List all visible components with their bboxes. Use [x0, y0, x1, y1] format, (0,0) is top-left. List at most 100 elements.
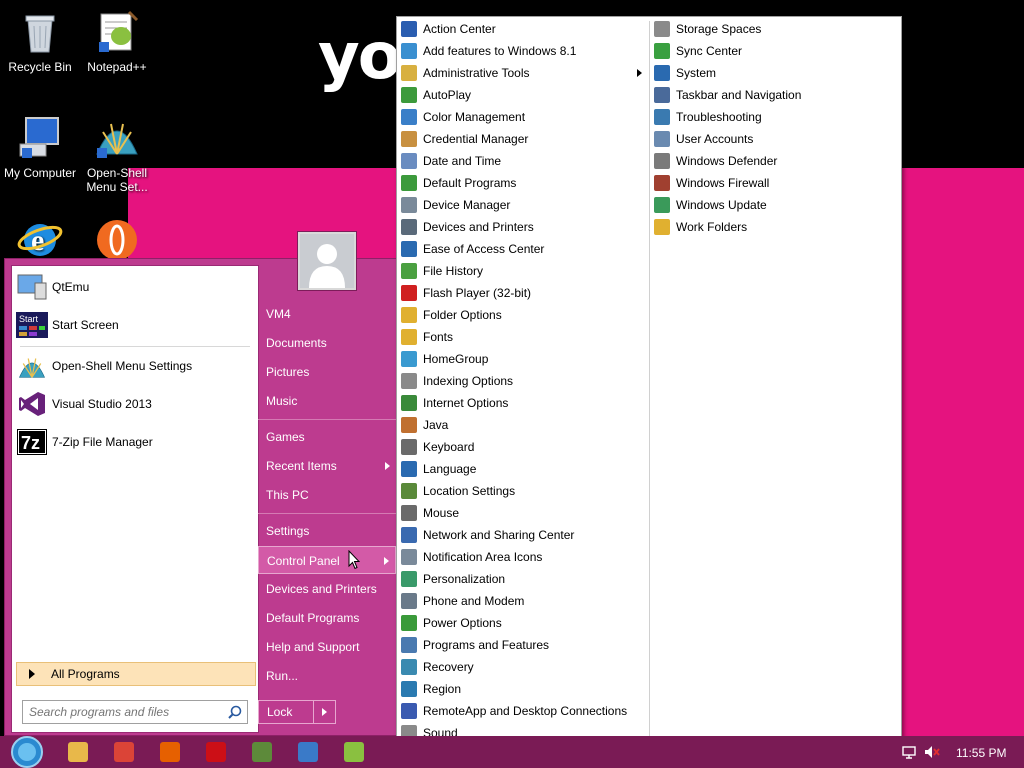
cp-item-storage-spaces[interactable]: Storage Spaces — [654, 18, 761, 40]
start-item-settings[interactable]: Settings — [258, 517, 396, 545]
opera-icon[interactable] — [206, 742, 226, 762]
all-programs-button[interactable]: All Programs — [16, 662, 256, 686]
start-item-games[interactable]: Games — [258, 423, 396, 451]
cp-item-color-management[interactable]: Color Management — [401, 106, 525, 128]
start-item-pictures[interactable]: Pictures — [258, 358, 396, 386]
cp-item-label: Troubleshooting — [676, 110, 762, 124]
cp-item-mouse[interactable]: Mouse — [401, 502, 459, 524]
cp-item-action-center[interactable]: Action Center — [401, 18, 496, 40]
network-icon[interactable] — [902, 745, 916, 759]
start-item-label: Music — [266, 394, 298, 408]
program-item-visual-studio[interactable]: Visual Studio 2013 — [16, 387, 254, 421]
start-item-devices-printers[interactable]: Devices and Printers — [258, 575, 396, 603]
cp-item-credential-manager[interactable]: Credential Manager — [401, 128, 528, 150]
cp-item-java[interactable]: Java — [401, 414, 448, 436]
cp-item-fonts[interactable]: Fonts — [401, 326, 453, 348]
start-item-recent-items[interactable]: Recent Items — [258, 452, 396, 480]
cp-item-windows-defender[interactable]: Windows Defender — [654, 150, 777, 172]
desktop-icon-recycle-bin[interactable]: Recycle Bin — [0, 8, 80, 74]
cp-item-location-settings[interactable]: Location Settings — [401, 480, 515, 502]
cp-item-device-manager[interactable]: Device Manager — [401, 194, 510, 216]
start-item-default-programs[interactable]: Default Programs — [258, 604, 396, 632]
cp-item-troubleshooting[interactable]: Troubleshooting — [654, 106, 762, 128]
cp-item-programs-and-features[interactable]: Programs and Features — [401, 634, 549, 656]
personalization-icon — [401, 571, 417, 587]
cp-item-work-folders[interactable]: Work Folders — [654, 216, 747, 238]
user-avatar[interactable] — [298, 232, 356, 290]
cp-item-default-programs[interactable]: Default Programs — [401, 172, 516, 194]
cp-item-administrative-tools[interactable]: Administrative Tools — [401, 62, 642, 84]
cp-item-homegroup[interactable]: HomeGroup — [401, 348, 488, 370]
program-label: Start Screen — [52, 318, 119, 332]
minecraft-icon[interactable] — [252, 742, 272, 762]
start-item-label: Control Panel — [267, 554, 340, 568]
start-item-documents[interactable]: Documents — [258, 329, 396, 357]
cp-item-remoteapp-and-desktop-connections[interactable]: RemoteApp and Desktop Connections — [401, 700, 627, 722]
internet-options-icon — [401, 395, 417, 411]
lock-options-button[interactable] — [314, 700, 336, 724]
start-item-control-panel[interactable]: Control Panel — [258, 546, 396, 574]
cp-item-indexing-options[interactable]: Indexing Options — [401, 370, 513, 392]
cp-item-add-features-to-windows-8-1[interactable]: Add features to Windows 8.1 — [401, 40, 576, 62]
cp-item-ease-of-access-center[interactable]: Ease of Access Center — [401, 238, 544, 260]
cp-item-folder-options[interactable]: Folder Options — [401, 304, 502, 326]
start-item-label: Documents — [266, 336, 327, 350]
cp-item-language[interactable]: Language — [401, 458, 476, 480]
start-item-this-pc[interactable]: This PC — [258, 481, 396, 509]
start-item-vm4[interactable]: VM4 — [258, 300, 396, 328]
program-item-7zip[interactable]: 7z 7-Zip File Manager — [16, 425, 254, 459]
desktop-icon-my-computer[interactable]: My Computer — [0, 114, 80, 180]
start-item-help-support[interactable]: Help and Support — [258, 633, 396, 661]
cp-item-label: Sync Center — [676, 44, 743, 58]
cp-item-phone-and-modem[interactable]: Phone and Modem — [401, 590, 524, 612]
cp-item-power-options[interactable]: Power Options — [401, 612, 502, 634]
taskbar-clock[interactable]: 11:55 PM — [956, 746, 1006, 760]
firefox-icon[interactable] — [160, 742, 180, 762]
location-settings-icon — [401, 483, 417, 499]
notepad-plus-plus-icon[interactable] — [344, 742, 364, 762]
cp-item-windows-firewall[interactable]: Windows Firewall — [654, 172, 769, 194]
search-input[interactable] — [22, 700, 248, 724]
cp-item-flash-player-32-bit[interactable]: Flash Player (32-bit) — [401, 282, 531, 304]
desktop-icon-open-shell[interactable]: Open-Shell Menu Set... — [77, 114, 157, 194]
cp-item-label: Color Management — [423, 110, 526, 124]
cp-item-keyboard[interactable]: Keyboard — [401, 436, 474, 458]
programs-and-features-icon — [401, 637, 417, 653]
chrome-icon[interactable] — [114, 742, 134, 762]
cp-item-personalization[interactable]: Personalization — [401, 568, 505, 590]
cp-item-label: Java — [423, 418, 449, 432]
search-icon[interactable] — [228, 705, 242, 719]
cp-item-system[interactable]: System — [654, 62, 716, 84]
program-item-open-shell-settings[interactable]: Open-Shell Menu Settings — [16, 349, 254, 383]
start-item-label: Pictures — [266, 365, 310, 379]
program-item-start-screen[interactable]: Start Start Screen — [16, 308, 254, 342]
cp-item-windows-update[interactable]: Windows Update — [654, 194, 767, 216]
cp-item-taskbar-and-navigation[interactable]: Taskbar and Navigation — [654, 84, 801, 106]
cp-item-sync-center[interactable]: Sync Center — [654, 40, 742, 62]
cp-item-network-and-sharing-center[interactable]: Network and Sharing Center — [401, 524, 574, 546]
start-button[interactable] — [8, 736, 46, 768]
file-history-icon — [401, 263, 417, 279]
lock-button[interactable]: Lock — [258, 700, 314, 724]
cp-item-date-and-time[interactable]: Date and Time — [401, 150, 501, 172]
cp-item-internet-options[interactable]: Internet Options — [401, 392, 508, 414]
cp-item-notification-area-icons[interactable]: Notification Area Icons — [401, 546, 542, 568]
cp-item-file-history[interactable]: File History — [401, 260, 483, 282]
cp-item-autoplay[interactable]: AutoPlay — [401, 84, 471, 106]
user-icon — [300, 234, 354, 288]
file-explorer-icon[interactable] — [68, 742, 88, 762]
remote-desktop-icon[interactable] — [298, 742, 318, 762]
desktop-icon-notepad-plus-plus[interactable]: Notepad++ — [77, 8, 157, 74]
cp-item-user-accounts[interactable]: User Accounts — [654, 128, 753, 150]
cp-item-label: Network and Sharing Center — [423, 528, 575, 542]
cp-item-devices-and-printers[interactable]: Devices and Printers — [401, 216, 534, 238]
notification-area-icons-icon — [401, 549, 417, 565]
program-item-qtemu[interactable]: QtEmu — [16, 270, 254, 304]
cp-item-label: System — [676, 66, 717, 80]
cp-item-region[interactable]: Region — [401, 678, 461, 700]
start-item-music[interactable]: Music — [258, 387, 396, 415]
start-item-run[interactable]: Run... — [258, 662, 396, 690]
internet-explorer-icon: e — [16, 214, 64, 262]
cp-item-recovery[interactable]: Recovery — [401, 656, 474, 678]
volume-muted-icon[interactable] — [924, 745, 940, 759]
